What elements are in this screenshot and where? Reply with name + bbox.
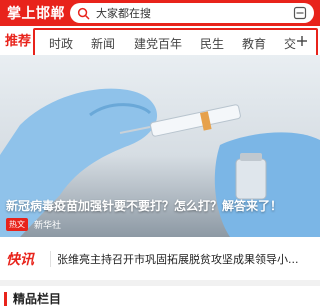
search-bar[interactable]: 大家都在搜 (70, 3, 314, 23)
hero-caption[interactable]: 新冠病毒疫苗加强针要不要打？怎么打？解答来了！ (6, 197, 314, 214)
app-title: 掌上邯郸 (7, 6, 65, 22)
tabs-highlight-frame: 时政 新闻 建党百年 民生 教育 交 (33, 28, 318, 58)
tab-party-centenary[interactable]: 建党百年 (134, 35, 182, 52)
tab-news[interactable]: 新闻 (91, 35, 115, 52)
hot-tag-badge: 热文 (6, 218, 28, 231)
tab-livelihood[interactable]: 民生 (200, 35, 224, 52)
tab-recommend[interactable]: 推荐 (5, 30, 35, 49)
search-icon (77, 7, 90, 19)
hero-source: 新华社 (34, 221, 62, 231)
flash-logo: 快讯 (6, 252, 34, 268)
add-channel-icon[interactable] (296, 35, 308, 47)
divider (50, 251, 51, 267)
section-gap (0, 280, 320, 286)
tab-traffic[interactable]: 交 (284, 35, 296, 52)
news-flash-bar[interactable]: 快讯 张维亮主持召开市巩固拓展脱贫攻坚成果领导小... (0, 244, 320, 274)
flash-headline[interactable]: 张维亮主持召开市巩固拓展脱贫攻坚成果领导小... (57, 251, 315, 267)
hero-banner[interactable]: 新冠病毒疫苗加强针要不要打？怎么打？解答来了！ 热文 新华社 (0, 55, 320, 237)
channel-tabs: 推荐 时政 新闻 建党百年 民生 教育 交 (0, 26, 320, 58)
tab-education[interactable]: 教育 (242, 35, 266, 52)
section-title: 精品栏目 (13, 292, 62, 306)
section-accent-bar (4, 291, 7, 306)
scan-icon[interactable] (293, 6, 307, 20)
hero-meta: 热文 新华社 (6, 218, 61, 231)
section-header: 精品栏目 (0, 289, 320, 308)
top-bar: 掌上邯郸 大家都在搜 (0, 0, 320, 26)
tab-politics[interactable]: 时政 (49, 35, 73, 52)
search-placeholder: 大家都在搜 (96, 7, 151, 20)
